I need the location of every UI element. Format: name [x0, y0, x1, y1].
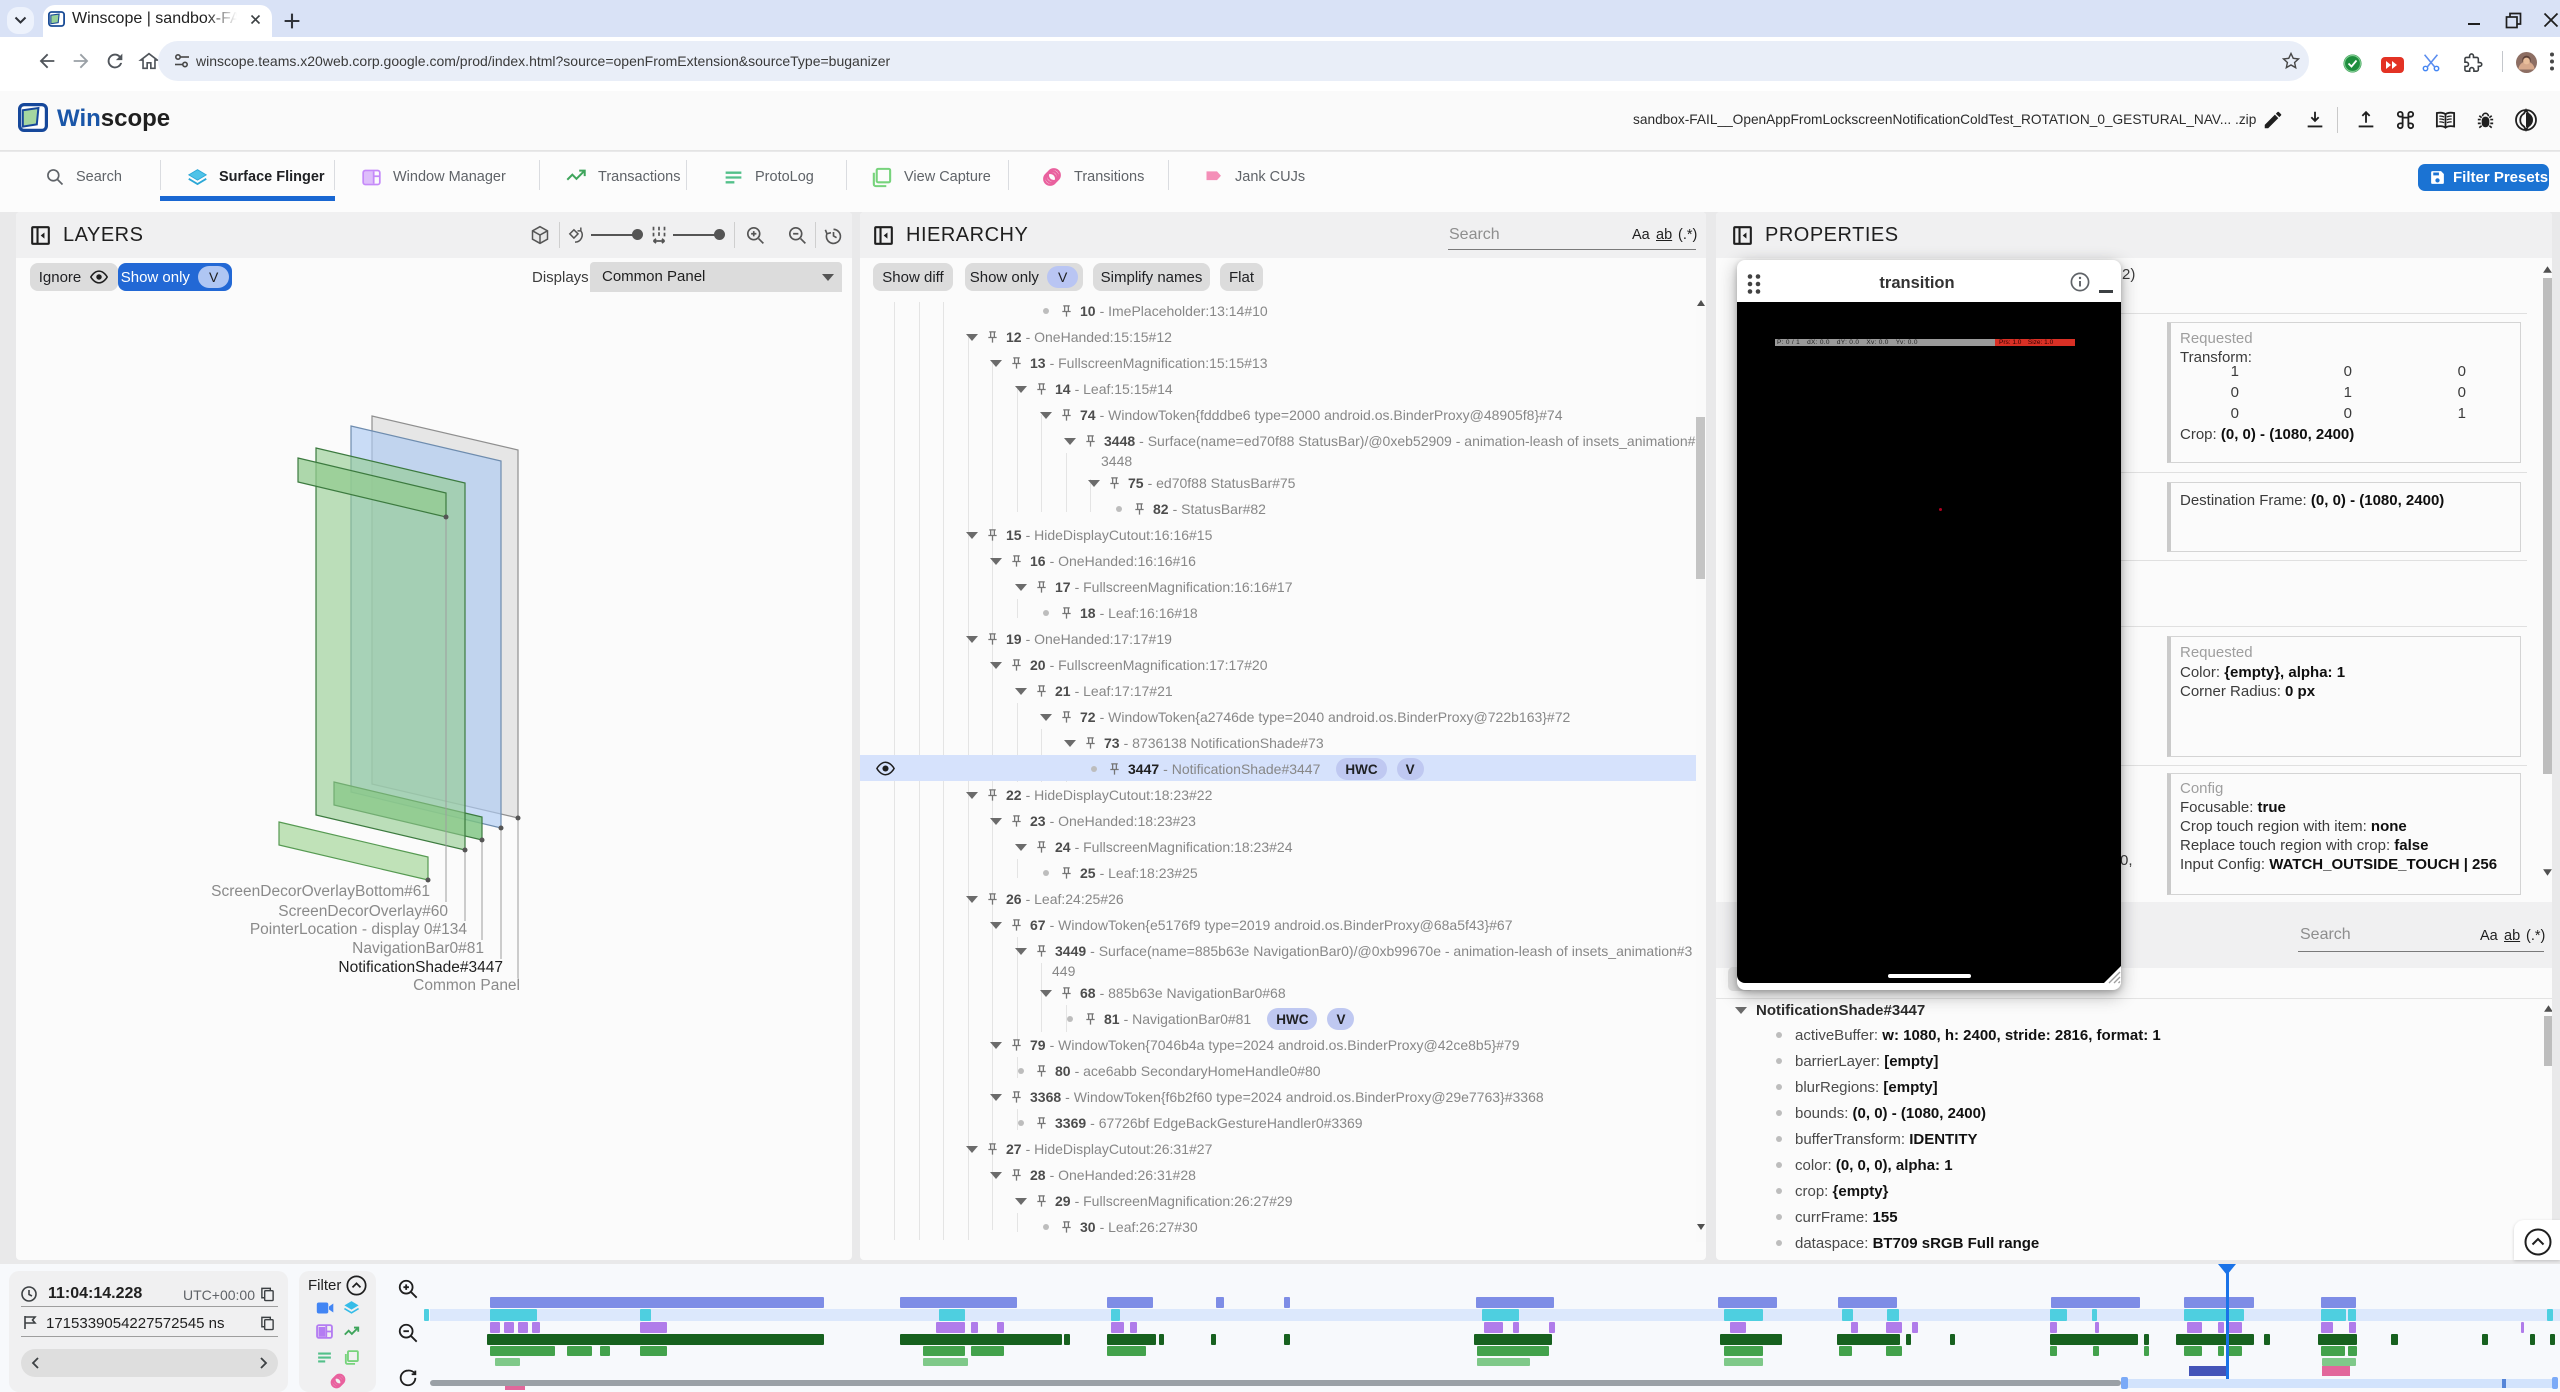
- svg-text:ScreenDecorOverlayBottom#61: ScreenDecorOverlayBottom#61: [211, 883, 430, 900]
- svg-text:ScreenDecorOverlay#60: ScreenDecorOverlay#60: [278, 903, 448, 920]
- svg-text:NotificationShade#3447: NotificationShade#3447: [338, 959, 503, 976]
- svg-text:Common Panel: Common Panel: [413, 977, 520, 994]
- svg-text:NavigationBar0#81: NavigationBar0#81: [352, 940, 484, 957]
- svg-text:PointerLocation - display 0#13: PointerLocation - display 0#134: [250, 921, 468, 938]
